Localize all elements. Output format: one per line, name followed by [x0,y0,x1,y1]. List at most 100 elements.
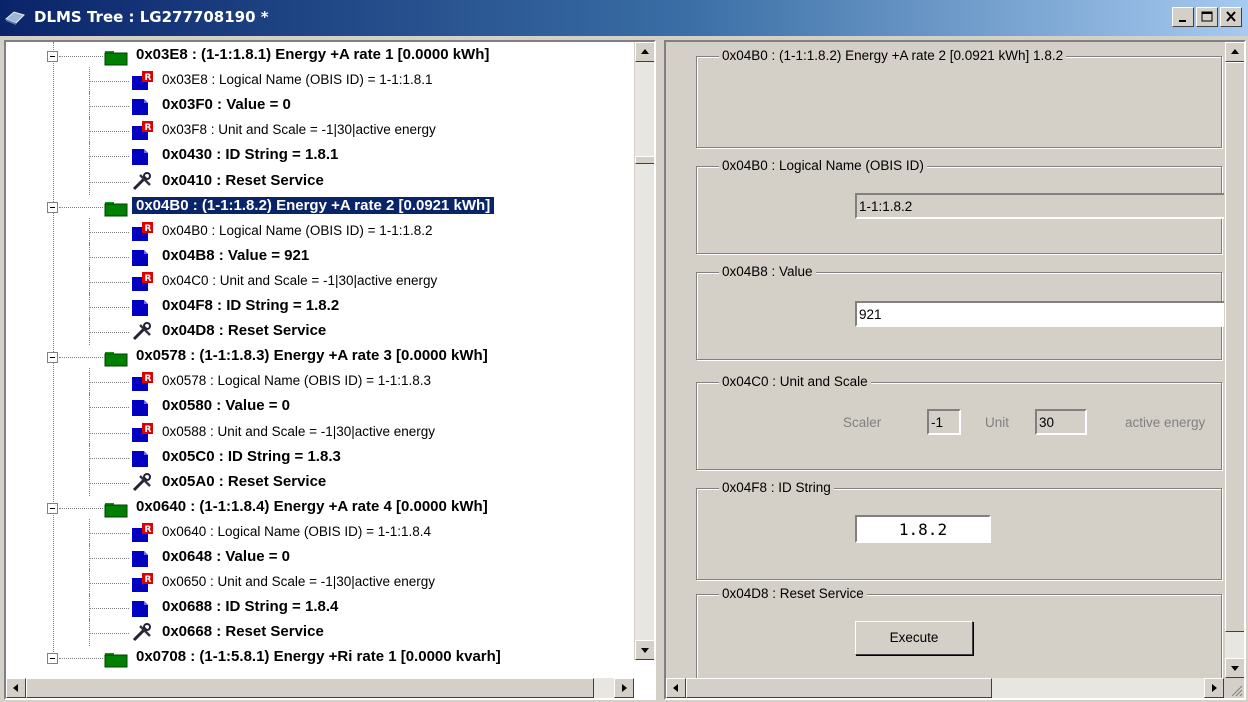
scroll-left-button[interactable] [6,678,26,698]
tree-attribute-row[interactable]: 0x04B8 : Value = 921 [6,242,634,270]
tree-item-label: 0x03F8 : Unit and Scale = -1|30|active e… [162,122,436,138]
tree-item-label: 0x0688 : ID String = 1.8.4 [162,598,339,616]
tree-group-row[interactable]: 0x03E8 : (1-1:1.8.1) Energy +A rate 1 [0… [6,44,634,69]
props-scroll-right-button[interactable] [1204,678,1224,698]
app-icon [5,11,25,25]
dlms-tree-view[interactable]: 0x03E8 : (1-1:1.8.1) Energy +A rate 1 [0… [4,40,656,700]
props-scroll-left-button[interactable] [666,678,686,698]
tree-item-label: 0x0640 : (1-1:1.8.4) Energy +A rate 4 [0… [136,497,488,515]
tree-attribute-row[interactable]: 0x0580 : Value = 0 [6,393,634,421]
tree-attribute-row[interactable]: R 0x04B0 : Logical Name (OBIS ID) = 1-1:1… [6,217,634,245]
tree-attribute-row[interactable]: R 0x0650 : Unit and Scale = -1|30|active … [6,569,634,597]
object-legend: 0x04B0 : (1-1:1.8.2) Energy +A rate 2 [0… [719,48,1067,63]
props-scroll-up-button[interactable] [1225,42,1244,62]
tree-attribute-row[interactable]: 0x04F8 : ID String = 1.8.2 [6,293,634,320]
tree-item-label: 0x0410 : Reset Service [162,171,324,189]
collapse-toggle[interactable] [47,653,58,665]
tree-item-label: 0x0430 : ID String = 1.8.1 [162,146,339,164]
svg-text:R: R [145,425,152,435]
tree-connector [89,532,129,534]
scaler-field[interactable]: -1 [927,409,961,435]
collapse-toggle[interactable] [47,201,58,213]
tree-attribute-row[interactable]: R 0x03F8 : Unit and Scale = -1|30|active … [6,117,634,145]
tree-item-label: 0x0650 : Unit and Scale = -1|30|active e… [162,574,436,590]
scroll-up-button[interactable] [635,42,654,62]
value-field[interactable]: 921 [855,301,1227,327]
folder-icon [104,502,128,518]
readonly-attribute-icon: R [132,121,153,141]
tree-method-row[interactable]: 0x05A0 : Reset Service [6,468,634,496]
tree-connector [89,156,129,158]
tree-item-label: 0x03F0 : Value = 0 [162,96,291,114]
unit-scale-group: 0x04C0 : Unit and Scale Scaler -1 Unit 3… [696,374,1222,470]
tree-item-label: 0x0648 : Value = 0 [162,548,291,565]
logical-name-field[interactable]: 1-1:1.8.2 [855,193,1227,219]
tree-connector [89,106,129,108]
tree-vertical-scrollbar[interactable] [634,42,654,660]
props-horizontal-scrollbar[interactable] [666,678,1224,698]
tree-attribute-row[interactable]: 0x0430 : ID String = 1.8.1 [6,142,634,170]
dlms-tree-window: DLMS Tree : LG277708190 * 0x03E8 : (1-1:… [0,0,1248,702]
scroll-down-button[interactable] [635,640,654,660]
execute-button[interactable]: Execute [855,621,973,655]
tree-item-label: 0x04B0 : Logical Name (OBIS ID) = 1-1:1.… [162,222,433,238]
h-scroll-thumb[interactable] [26,678,594,698]
tree-item-label: 0x05C0 : ID String = 1.8.3 [162,447,341,465]
arrow-up-icon [1231,49,1239,54]
scroll-thumb[interactable] [635,156,654,164]
tree-method-row[interactable]: 0x04D8 : Reset Service [6,318,634,346]
tree-attribute-row[interactable]: R 0x04C0 : Unit and Scale = -1|30|active … [6,267,634,295]
collapse-toggle[interactable] [47,502,58,514]
tree-attribute-row[interactable]: R 0x0578 : Logical Name (OBIS ID) = 1-1:1… [6,368,634,396]
unit-field[interactable]: 30 [1035,409,1087,435]
tree-attribute-row[interactable]: R 0x0588 : Unit and Scale = -1|30|active … [6,418,634,446]
tree-item-label: 0x03E8 : Logical Name (OBIS ID) = 1-1:1.… [162,72,433,88]
id-string-group: 0x04F8 : ID String 1.8.2 [696,480,1222,580]
maximize-button[interactable] [1196,7,1218,27]
folder-icon [104,653,128,668]
attribute-icon [132,400,148,417]
props-scroll-thumb[interactable] [1225,62,1244,632]
tree-attribute-row[interactable]: R 0x0640 : Logical Name (OBIS ID) = 1-1:1… [6,518,634,546]
value-group: 0x04B8 : Value 921 [696,264,1227,360]
tree-group-row[interactable]: 0x0578 : (1-1:1.8.3) Energy +A rate 3 [0… [6,345,634,370]
minimize-button[interactable] [1172,7,1194,27]
props-h-scroll-thumb[interactable] [686,678,992,698]
tree-connector [59,357,103,359]
collapse-toggle[interactable] [47,352,58,364]
arrow-down-icon [1231,666,1239,671]
tree-horizontal-scrollbar[interactable] [6,678,634,698]
tree-connector [89,382,129,384]
readonly-attribute-icon: R [132,522,153,542]
tree-group-row[interactable]: 0x0640 : (1-1:1.8.4) Energy +A rate 4 [0… [6,496,634,521]
props-vertical-scrollbar[interactable] [1224,42,1244,678]
tree-item-label: 0x03E8 : (1-1:1.8.1) Energy +A rate 1 [0… [136,46,490,63]
tree-attribute-row[interactable]: 0x0688 : ID String = 1.8.4 [6,594,634,622]
close-button[interactable] [1220,7,1242,27]
readonly-attribute-icon: R [132,221,153,241]
readonly-attribute-icon: R [132,422,153,442]
tree-item-label: 0x04D8 : Reset Service [162,322,327,340]
arrow-left-icon [13,684,18,692]
tree-connector [59,56,103,57]
tree-attribute-row[interactable]: R 0x03E8 : Logical Name (OBIS ID) = 1-1:1… [6,67,634,95]
tree-attribute-row[interactable]: 0x05C0 : ID String = 1.8.3 [6,443,634,471]
tree-method-row[interactable]: 0x0410 : Reset Service [6,167,634,195]
collapse-toggle[interactable] [47,51,58,62]
tree-connector [89,407,129,409]
tree-connector [89,231,129,233]
tree-connector [89,608,129,610]
size-grip[interactable] [1224,678,1244,698]
tree-attribute-row[interactable]: 0x0648 : Value = 0 [6,544,634,571]
tree-attribute-row[interactable]: 0x03F0 : Value = 0 [6,92,634,120]
title-bar[interactable]: DLMS Tree : LG277708190 * [0,0,1248,36]
tree-group-row[interactable]: 0x04B0 : (1-1:1.8.2) Energy +A rate 2 [0… [6,195,634,220]
props-scroll-down-button[interactable] [1225,658,1244,678]
folder-icon [104,51,128,66]
scroll-right-button[interactable] [614,678,634,698]
window-title: DLMS Tree : LG277708190 * [34,8,269,26]
tree-connector [59,658,103,660]
reset-service-group: 0x04D8 : Reset Service Execute [696,586,1222,680]
tree-group-row[interactable]: 0x0708 : (1-1:5.8.1) Energy +Ri rate 1 [… [6,646,634,671]
tree-method-row[interactable]: 0x0668 : Reset Service [6,619,634,647]
